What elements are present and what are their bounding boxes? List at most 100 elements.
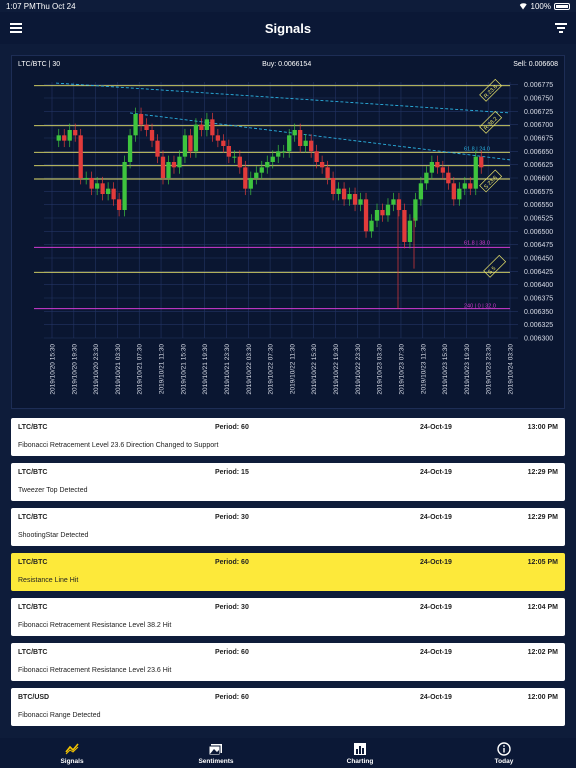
x-tick-label: 2019/10/21 03:30 — [115, 344, 122, 395]
filter-icon[interactable] — [555, 23, 567, 33]
signal-period: Period: 30 — [215, 604, 249, 611]
candle-body — [127, 135, 133, 162]
candle-body — [309, 140, 314, 152]
signal-description: Fibonacci Retracement Resistance Level 2… — [18, 667, 172, 674]
candle-body — [473, 156, 478, 189]
y-tick-label: 0.006550 — [524, 202, 553, 209]
x-tick-label: 2019/10/20 23:30 — [93, 344, 100, 395]
chart-header: LTC/BTC | 30 Buy: 0.0066154 Sell: 0.0066… — [12, 56, 564, 72]
candle-body — [62, 135, 67, 141]
signal-description: Fibonacci Retracement Resistance Level 3… — [18, 622, 172, 629]
signal-period: Period: 60 — [215, 424, 249, 431]
candle-body — [237, 156, 242, 168]
y-tick-label: 0.006350 — [524, 309, 553, 316]
signal-pair: LTC/BTC — [18, 649, 48, 656]
candle-body — [330, 178, 336, 194]
y-tick-label: 0.006425 — [524, 269, 553, 276]
candle-body — [325, 167, 330, 178]
candle-body — [319, 162, 325, 168]
candle-body — [84, 178, 89, 179]
level-label: 61.8 | 38.0 — [464, 241, 490, 247]
tab-label: Sentiments — [198, 757, 234, 765]
bar-chart-icon — [354, 742, 366, 755]
candle-body — [435, 162, 440, 168]
x-tick-label: 2019/10/23 23:30 — [486, 344, 493, 395]
signal-date: 24-Oct-19 — [420, 604, 452, 611]
x-tick-label: 2019/10/23 11:30 — [420, 344, 427, 395]
tab-label: Today — [494, 757, 514, 765]
candle-body — [292, 130, 297, 136]
signal-date: 24-Oct-19 — [420, 469, 452, 476]
signal-row[interactable]: LTC/BTC Period: 60 24-Oct-19 12:02 PM Fibona… — [11, 643, 565, 681]
signal-row[interactable]: LTC/BTC Period: 30 24-Oct-19 12:29 PM Shooti… — [11, 508, 565, 546]
candle-body — [160, 156, 166, 178]
trend-icon — [65, 742, 79, 754]
candle-body — [358, 199, 363, 205]
candle-body — [298, 130, 303, 146]
candle-body — [204, 119, 210, 130]
signal-period: Period: 15 — [215, 469, 249, 476]
candle-body — [336, 188, 341, 194]
candle-body — [385, 204, 391, 216]
signal-pair: BTC/USD — [18, 694, 50, 701]
x-tick-label: 2019/10/21 19:30 — [202, 344, 209, 395]
signal-pair: LTC/BTC — [18, 604, 48, 611]
candle-body — [100, 183, 105, 194]
tab-signals[interactable]: Signals — [0, 738, 144, 768]
y-tick-label: 0.006575 — [524, 189, 553, 196]
chart-pair-label: LTC/BTC | 30 — [18, 60, 61, 68]
candle-body — [177, 156, 182, 168]
signal-date: 24-Oct-19 — [420, 649, 452, 656]
candle-body — [341, 188, 347, 200]
tab-today[interactable]: Today — [432, 738, 576, 768]
signal-row[interactable]: LTC/BTC Period: 60 24-Oct-19 13:00 PM Fibona… — [11, 418, 565, 456]
candle-body — [182, 135, 188, 157]
candle-body — [199, 124, 204, 130]
candle-body — [144, 124, 149, 130]
signals-list: LTC/BTC Period: 60 24-Oct-19 13:00 PM Fibona… — [11, 418, 565, 733]
candle-body — [56, 135, 61, 141]
signal-pair: LTC/BTC — [18, 424, 48, 431]
signal-date: 24-Oct-19 — [420, 694, 452, 701]
signal-row[interactable]: LTC/BTC Period: 60 24-Oct-19 12:05 PM Resist… — [11, 553, 565, 591]
candle-body — [270, 156, 275, 162]
y-tick-label: 0.006600 — [524, 176, 553, 183]
x-tick-label: 2019/10/20 19:30 — [71, 344, 78, 395]
level-label: 240 | 0 | 32.0 — [464, 304, 496, 310]
candle-body — [413, 199, 418, 221]
buy-price: Buy: 0.0066154 — [262, 60, 312, 68]
candle-body — [193, 124, 199, 152]
signal-pair: LTC/BTC — [18, 469, 48, 476]
y-tick-label: 0.006375 — [524, 296, 553, 303]
price-chart[interactable]: 0.006775 0.006750 0.006725 0.006700 0.006675… — [12, 72, 564, 408]
candle-body — [462, 183, 467, 189]
signal-time: 12:05 PM — [527, 559, 558, 566]
tab-label: Charting — [346, 757, 374, 765]
x-tick-label: 2019/10/22 15:30 — [311, 344, 318, 395]
info-icon — [497, 741, 511, 756]
signal-date: 24-Oct-19 — [420, 559, 452, 566]
y-tick-label: 0.006775 — [524, 82, 553, 89]
candle-body — [133, 114, 138, 136]
signal-row[interactable]: BTC/USD Period: 60 24-Oct-19 12:00 PM Fibona… — [11, 688, 565, 726]
sell-price: Sell: 0.006608 — [513, 60, 558, 68]
candle-body — [303, 140, 308, 146]
candle-body — [457, 188, 462, 200]
signal-row[interactable]: LTC/BTC Period: 15 24-Oct-19 12:29 PM Tweeze… — [11, 463, 565, 501]
x-tick-label: 2019/10/21 15:30 — [180, 344, 187, 395]
menu-icon[interactable] — [10, 23, 22, 33]
tab-charting[interactable]: Charting — [288, 738, 432, 768]
candle-body — [138, 114, 144, 125]
y-tick-label: 0.006475 — [524, 242, 553, 249]
signal-row[interactable]: LTC/BTC Period: 30 24-Oct-19 12:04 PM Fibona… — [11, 598, 565, 636]
x-tick-label: 2019/10/24 03:30 — [508, 344, 515, 395]
y-tick-label: 0.006750 — [524, 96, 553, 103]
y-tick-label: 0.006450 — [524, 256, 553, 263]
candle-body — [374, 210, 380, 221]
signal-description: Fibonacci Range Detected — [18, 712, 101, 719]
nav-bar: Signals — [0, 12, 576, 44]
tab-sentiments[interactable]: Sentiments — [144, 738, 288, 768]
candle-body — [248, 178, 253, 189]
candle-body — [352, 194, 358, 205]
candle-body — [479, 156, 484, 168]
